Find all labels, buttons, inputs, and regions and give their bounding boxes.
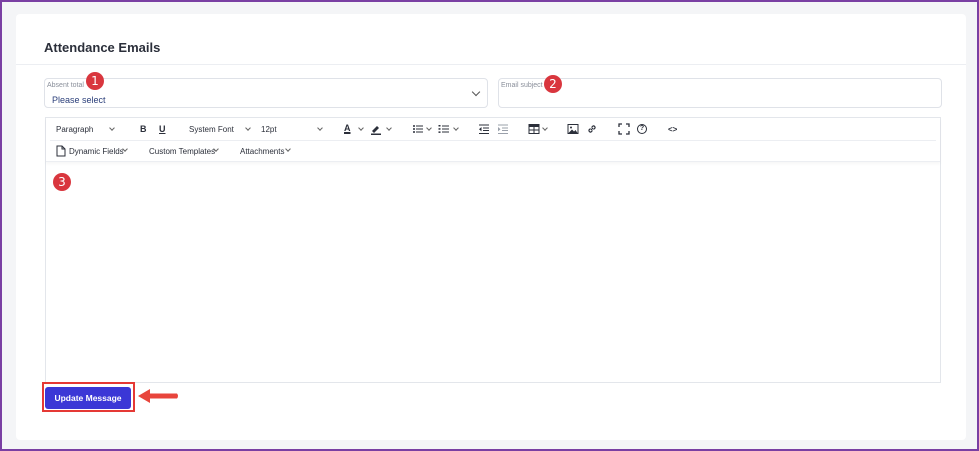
custom-templates-menu[interactable]: Custom Templates <box>149 147 215 156</box>
email-subject-label: Email subject <box>501 82 543 89</box>
table-icon[interactable] <box>528 123 540 135</box>
attachments-menu[interactable]: Attachments <box>240 147 284 156</box>
help-button[interactable]: ? <box>637 124 647 134</box>
badge-2: 2 <box>544 75 562 93</box>
image-icon[interactable] <box>567 123 579 135</box>
highlight-color-icon[interactable] <box>370 123 382 135</box>
source-code-button[interactable]: <> <box>668 125 677 134</box>
bold-button[interactable]: B <box>140 124 147 134</box>
chevron-down-icon <box>358 125 364 131</box>
underline-button[interactable]: U <box>159 124 166 134</box>
link-icon[interactable] <box>586 123 598 135</box>
chevron-down-icon <box>542 125 548 131</box>
chevron-down-icon <box>285 146 291 152</box>
editor-toolbar: Paragraph B U System Font 12pt A ? <> Dy… <box>46 118 940 162</box>
update-message-button[interactable]: Update Message <box>45 387 131 409</box>
chevron-down-icon <box>245 125 251 131</box>
dynamic-fields-menu[interactable]: Dynamic Fields <box>69 147 124 156</box>
chevron-down-icon <box>317 125 323 131</box>
chevron-down-icon <box>109 125 115 131</box>
screenshot-frame: Attendance Emails Absent total Please se… <box>0 0 979 451</box>
absent-total-label: Absent total <box>47 82 84 89</box>
bullet-list-icon[interactable] <box>412 123 424 135</box>
chevron-down-icon <box>426 125 432 131</box>
pointer-arrow-icon <box>138 389 178 403</box>
absent-total-select[interactable]: Absent total Please select <box>44 78 488 108</box>
rich-text-editor[interactable]: Paragraph B U System Font 12pt A ? <> Dy… <box>45 117 941 383</box>
font-size-dropdown[interactable]: 12pt <box>261 125 277 134</box>
font-family-dropdown[interactable]: System Font <box>189 125 234 134</box>
block-format-dropdown[interactable]: Paragraph <box>56 125 93 134</box>
numbered-list-icon[interactable] <box>438 123 450 135</box>
attendance-emails-card: Attendance Emails Absent total Please se… <box>16 14 966 440</box>
chevron-down-icon <box>453 125 459 131</box>
indent-icon[interactable] <box>497 123 509 135</box>
toolbar-row-divider <box>50 140 936 141</box>
card-title: Attendance Emails <box>44 40 161 55</box>
email-subject-field[interactable]: Email subject <box>498 78 942 108</box>
document-icon <box>56 145 66 157</box>
chevron-down-icon <box>471 87 481 97</box>
absent-total-value: Please select <box>52 95 106 105</box>
chevron-down-icon <box>386 125 392 131</box>
fullscreen-icon[interactable] <box>618 123 630 135</box>
editor-body[interactable] <box>46 163 940 382</box>
badge-1: 1 <box>86 72 104 90</box>
badge-3: 3 <box>53 173 71 191</box>
outdent-icon[interactable] <box>478 123 490 135</box>
text-color-button[interactable]: A <box>344 123 351 133</box>
card-divider <box>16 64 966 65</box>
